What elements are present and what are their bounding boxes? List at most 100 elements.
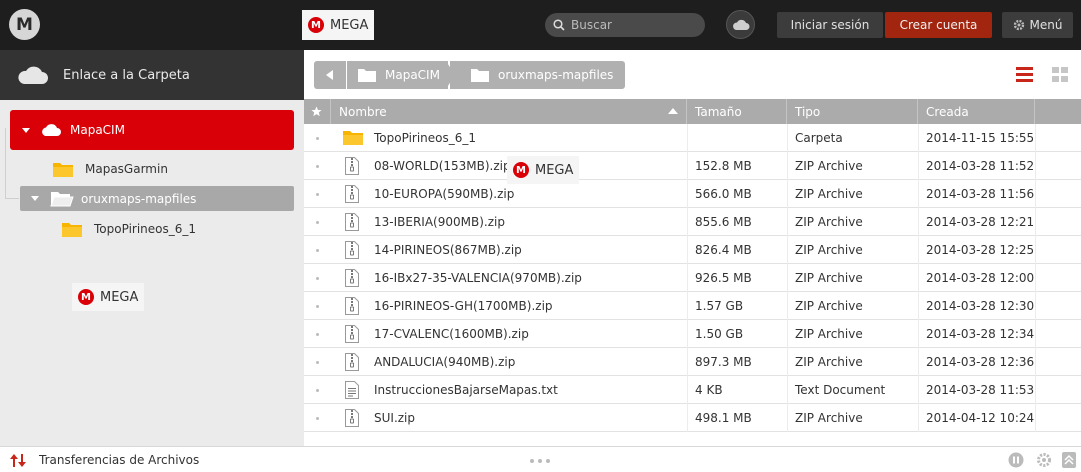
folder-icon [342,129,364,149]
favorite-column-header[interactable] [304,99,331,124]
favorite-dot[interactable] [316,221,319,224]
favorite-dot[interactable] [316,333,319,336]
cloud-icon [42,124,61,136]
file-type: ZIP Archive [795,411,863,425]
text-file-icon [345,381,359,402]
chevron-down-icon[interactable] [31,196,39,201]
transfers-bar[interactable]: Transferencias de Archivos [0,446,1081,472]
table-row[interactable]: ANDALUCIA(940MB).zip 897.3 MB ZIP Archive 2… [304,348,1081,376]
column-label: Tamaño [695,104,742,119]
size-column-header[interactable]: Tamaño [687,99,787,124]
cloud-icon [732,19,749,30]
file-name: ANDALUCIA(940MB).zip [374,355,516,369]
chevron-down-icon[interactable] [22,127,30,133]
file-name: 13-IBERIA(900MB).zip [374,215,505,229]
login-button[interactable]: Iniciar sesión [777,12,883,38]
type-column-header[interactable]: Tipo [787,99,918,124]
mega-logo-icon: M [513,162,529,178]
file-name: 10-EUROPA(590MB).zip [374,187,515,201]
favorite-dot[interactable] [316,389,319,392]
file-name: 14-PIRINEOS(867MB).zip [374,243,522,257]
folder-open-icon [50,192,74,207]
cloud-drive-button[interactable] [726,10,755,39]
favorite-dot[interactable] [316,361,319,364]
create-account-button[interactable]: Crear cuenta [885,12,992,38]
created-column-header[interactable]: Creada [918,99,1035,124]
file-type: ZIP Archive [795,327,863,341]
grid-view-icon[interactable] [1052,67,1069,82]
table-row[interactable]: InstruccionesBajarseMapas.txt 4 KB Text Do… [304,376,1081,404]
zip-file-icon [345,185,359,206]
favorite-dot[interactable] [316,193,319,196]
tree-node-label: MapasGarmin [85,162,168,176]
transfer-arrows-icon [10,454,26,467]
file-created: 2014-03-28 12:25 [926,243,1035,257]
table-row[interactable]: 08-WORLD(153MB).zip 152.8 MB ZIP Archive 20… [304,152,1081,180]
table-row[interactable]: 16-IBx27-35-VALENCIA(970MB).zip 926.5 MB Z… [304,264,1081,292]
file-name: 08-WORLD(153MB).zip [374,159,511,173]
breadcrumb-label: oruxmaps-mapfiles [498,68,614,82]
tree-node-topopirineos[interactable]: TopoPirineos_6_1 [61,218,196,240]
transfers-label: Transferencias de Archivos [39,453,200,467]
file-name: TopoPirineos_6_1 [374,131,477,145]
table-row[interactable]: 17-CVALENC(1600MB).zip 1.50 GB ZIP Archive… [304,320,1081,348]
file-type: Text Document [795,383,886,397]
file-created: 2014-03-28 12:21 [926,215,1035,229]
favorite-dot[interactable] [316,277,319,280]
drag-handle[interactable] [530,459,550,463]
pause-icon[interactable] [1008,452,1024,468]
expand-up-icon[interactable] [1062,452,1076,468]
table-row[interactable]: 10-EUROPA(590MB).zip 566.0 MB ZIP Archive 2… [304,180,1081,208]
file-size: 926.5 MB [695,271,752,285]
menu-button[interactable]: Menú [1002,12,1073,38]
back-button[interactable] [314,61,346,89]
zip-file-icon [345,241,359,262]
mega-logo-icon: M [78,289,94,305]
folder-icon [358,68,376,82]
zip-file-icon [345,213,359,234]
table-row[interactable]: 13-IBERIA(900MB).zip 855.6 MB ZIP Archive 2… [304,208,1081,236]
favorite-dot[interactable] [316,305,319,308]
column-label: Tipo [795,104,821,119]
file-type: ZIP Archive [795,243,863,257]
search-input[interactable] [571,18,691,32]
breadcrumb-item-mapacim[interactable]: MapaCIM [347,61,448,89]
table-header: Nombre Tamaño Tipo Creada [304,99,1081,124]
favorite-dot[interactable] [316,417,319,420]
table-row[interactable]: SUI.zip 498.1 MB ZIP Archive 2014-04-12 10:… [304,404,1081,432]
table-row[interactable]: 14-PIRINEOS(867MB).zip 826.4 MB ZIP Archiv… [304,236,1081,264]
name-column-header[interactable]: Nombre [331,99,687,124]
zip-file-icon [345,269,359,290]
zip-file-icon [345,157,359,178]
file-size: 1.50 GB [695,327,744,341]
file-size: 152.8 MB [695,159,752,173]
favorite-dot[interactable] [316,249,319,252]
tree-node-label: MapaCIM [70,123,125,137]
file-type: ZIP Archive [795,355,863,369]
favorite-dot[interactable] [316,165,319,168]
file-size: 4 KB [695,383,723,397]
gear-icon[interactable] [1036,452,1052,468]
menu-label: Menú [1029,18,1063,32]
list-view-icon[interactable] [1016,67,1033,82]
search-box[interactable] [545,13,705,37]
file-size: 826.4 MB [695,243,752,257]
file-type: ZIP Archive [795,215,863,229]
sort-ascending-icon [668,108,678,114]
tree-node-mapasgarmin[interactable]: MapasGarmin [52,158,168,180]
tree-node-root[interactable]: MapaCIM [10,110,294,150]
table-row[interactable]: TopoPirineos_6_1 Carpeta 2014-11-15 15:55 [304,124,1081,152]
file-name: 17-CVALENC(1600MB).zip [374,327,529,341]
zip-file-icon [345,297,359,318]
watermark-label: MEGA [100,289,139,305]
tree-node-oruxmaps[interactable]: oruxmaps-mapfiles [20,186,294,211]
sidebar-title: Enlace a la Carpeta [63,67,190,83]
gear-icon [1013,19,1024,31]
file-name: 16-PIRINEOS-GH(1700MB).zip [374,299,553,313]
file-list: TopoPirineos_6_1 Carpeta 2014-11-15 15:55 0… [304,124,1081,432]
mega-logo[interactable]: M [9,9,40,40]
favorite-dot[interactable] [316,137,319,140]
table-row[interactable]: 16-PIRINEOS-GH(1700MB).zip 1.57 GB ZIP Arc… [304,292,1081,320]
folder-icon [471,68,489,82]
breadcrumb-item-oruxmaps[interactable]: oruxmaps-mapfiles [450,61,625,89]
